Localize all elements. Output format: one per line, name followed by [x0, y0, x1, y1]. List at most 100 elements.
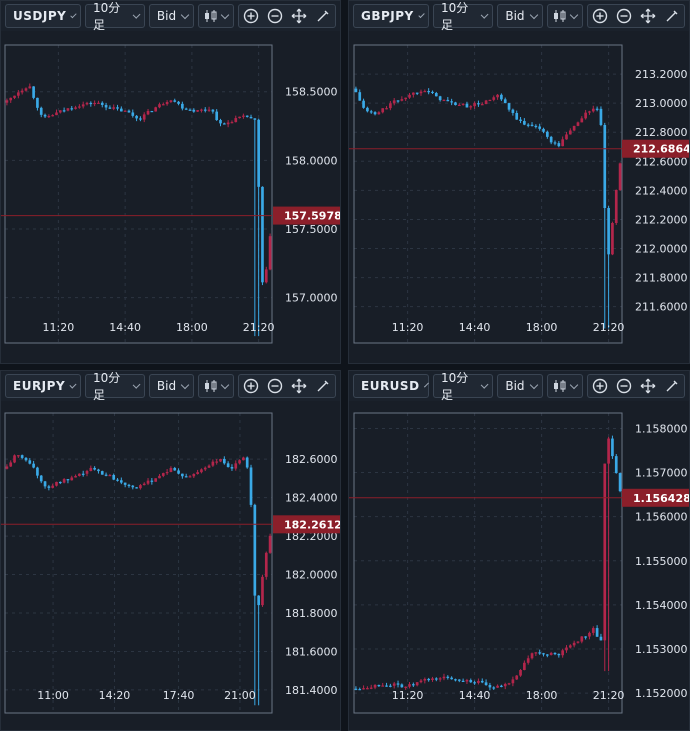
candle	[511, 676, 515, 687]
interval-select[interactable]: 10分足	[433, 1, 494, 32]
chart-type-select[interactable]	[198, 4, 234, 28]
pan-button[interactable]	[636, 5, 660, 27]
zoom-in-button[interactable]	[588, 375, 612, 397]
settings-button[interactable]	[311, 375, 335, 397]
candle	[78, 104, 81, 109]
candle	[154, 106, 157, 112]
price-chart[interactable]: 1.158000 1.157000 1.156000 1.155000 1.154000…	[349, 401, 690, 731]
candle	[24, 87, 28, 92]
candle	[120, 477, 123, 485]
y-tick-label: 158.5000	[285, 86, 338, 99]
candle	[207, 464, 211, 468]
candle	[177, 468, 180, 475]
candle	[9, 460, 13, 467]
candle	[181, 101, 184, 111]
candle	[47, 114, 51, 119]
candle	[408, 681, 411, 689]
candle	[127, 483, 131, 488]
pan-button[interactable]	[287, 375, 311, 397]
candle	[580, 636, 584, 644]
zoom-out-button[interactable]	[612, 5, 636, 27]
candle	[89, 101, 93, 107]
y-tick-label: 213.0000	[635, 97, 688, 110]
zoom-in-button[interactable]	[588, 5, 612, 27]
candle	[396, 100, 400, 103]
candle	[253, 118, 257, 337]
settings-button[interactable]	[660, 5, 684, 27]
x-tick-label: 11:20	[43, 321, 75, 334]
zoom-out-button[interactable]	[263, 375, 287, 397]
price-type-select[interactable]: Bid	[148, 374, 195, 398]
candle	[215, 109, 219, 121]
symbol-select[interactable]: USDJPY	[5, 4, 81, 28]
candle	[211, 109, 215, 114]
candle	[78, 473, 81, 477]
candle	[219, 458, 222, 463]
zoom-in-button[interactable]	[239, 5, 263, 27]
candle	[146, 108, 150, 116]
candle	[192, 473, 196, 479]
price-chart[interactable]: 158.5000 158.0000 157.5000 157.0000 11:20 14:…	[1, 31, 341, 364]
candle	[177, 100, 180, 106]
interval-select[interactable]: 10分足	[85, 1, 145, 32]
price-type-select[interactable]: Bid	[497, 374, 543, 398]
candle	[526, 655, 530, 665]
interval-select[interactable]: 10分足	[433, 371, 494, 402]
candle	[261, 186, 264, 286]
candle	[62, 107, 66, 113]
settings-button[interactable]	[660, 375, 684, 397]
pan-button[interactable]	[287, 5, 311, 27]
candle	[381, 682, 385, 687]
candle	[93, 100, 96, 107]
zoom-out-button[interactable]	[612, 375, 636, 397]
price-chart[interactable]: 213.2000213.0000212.8000212.6000212.4000…	[349, 31, 690, 364]
zoom-out-button[interactable]	[263, 5, 287, 27]
candle	[392, 681, 396, 689]
candle	[366, 686, 369, 690]
y-tick-label: 211.8000	[635, 272, 688, 285]
y-tick-label: 181.6000	[285, 645, 338, 658]
y-tick-label: 182.0000	[285, 569, 338, 582]
price-type-select[interactable]: Bid	[497, 4, 543, 28]
x-tick-label: 11:20	[392, 321, 424, 334]
interval-select[interactable]: 10分足	[85, 371, 145, 402]
candle	[131, 109, 135, 118]
candlestick-icon	[553, 380, 566, 392]
candle	[530, 652, 534, 660]
zoom-in-button[interactable]	[239, 375, 263, 397]
candle	[264, 551, 268, 580]
chart-type-select[interactable]	[546, 4, 583, 28]
candle	[450, 676, 453, 680]
chart-toolbar: GBPJPY 10分足 Bid	[349, 1, 689, 32]
move-arrows-icon	[640, 8, 656, 24]
chart-type-select[interactable]	[546, 374, 583, 398]
candle	[503, 682, 507, 690]
price-chart[interactable]: 182.6000182.4000182.2000182.0000181.8000…	[1, 401, 341, 731]
candle	[584, 109, 587, 120]
symbol-select[interactable]: GBPJPY	[353, 4, 429, 28]
symbol-select[interactable]: EURUSD	[353, 374, 429, 398]
price-type-select[interactable]: Bid	[148, 4, 195, 28]
interval-label: 10分足	[93, 1, 121, 32]
chart-type-select[interactable]	[198, 374, 234, 398]
candle	[58, 110, 62, 114]
zoom-out-icon	[267, 378, 283, 394]
symbol-select[interactable]: EURJPY	[5, 374, 81, 398]
move-arrows-icon	[291, 8, 307, 24]
candle	[599, 633, 603, 641]
candle	[203, 107, 207, 113]
settings-button[interactable]	[311, 5, 335, 27]
candle	[242, 113, 245, 119]
candle	[591, 626, 595, 636]
y-tick-label: 213.2000	[635, 68, 688, 81]
candle	[530, 122, 534, 127]
candle	[576, 121, 580, 127]
candle	[192, 108, 196, 113]
plot-frame	[353, 412, 623, 714]
candle	[196, 110, 199, 113]
candle	[427, 677, 430, 682]
candle	[434, 91, 438, 97]
candle	[442, 673, 446, 681]
candle	[242, 456, 245, 461]
pan-button[interactable]	[636, 375, 660, 397]
